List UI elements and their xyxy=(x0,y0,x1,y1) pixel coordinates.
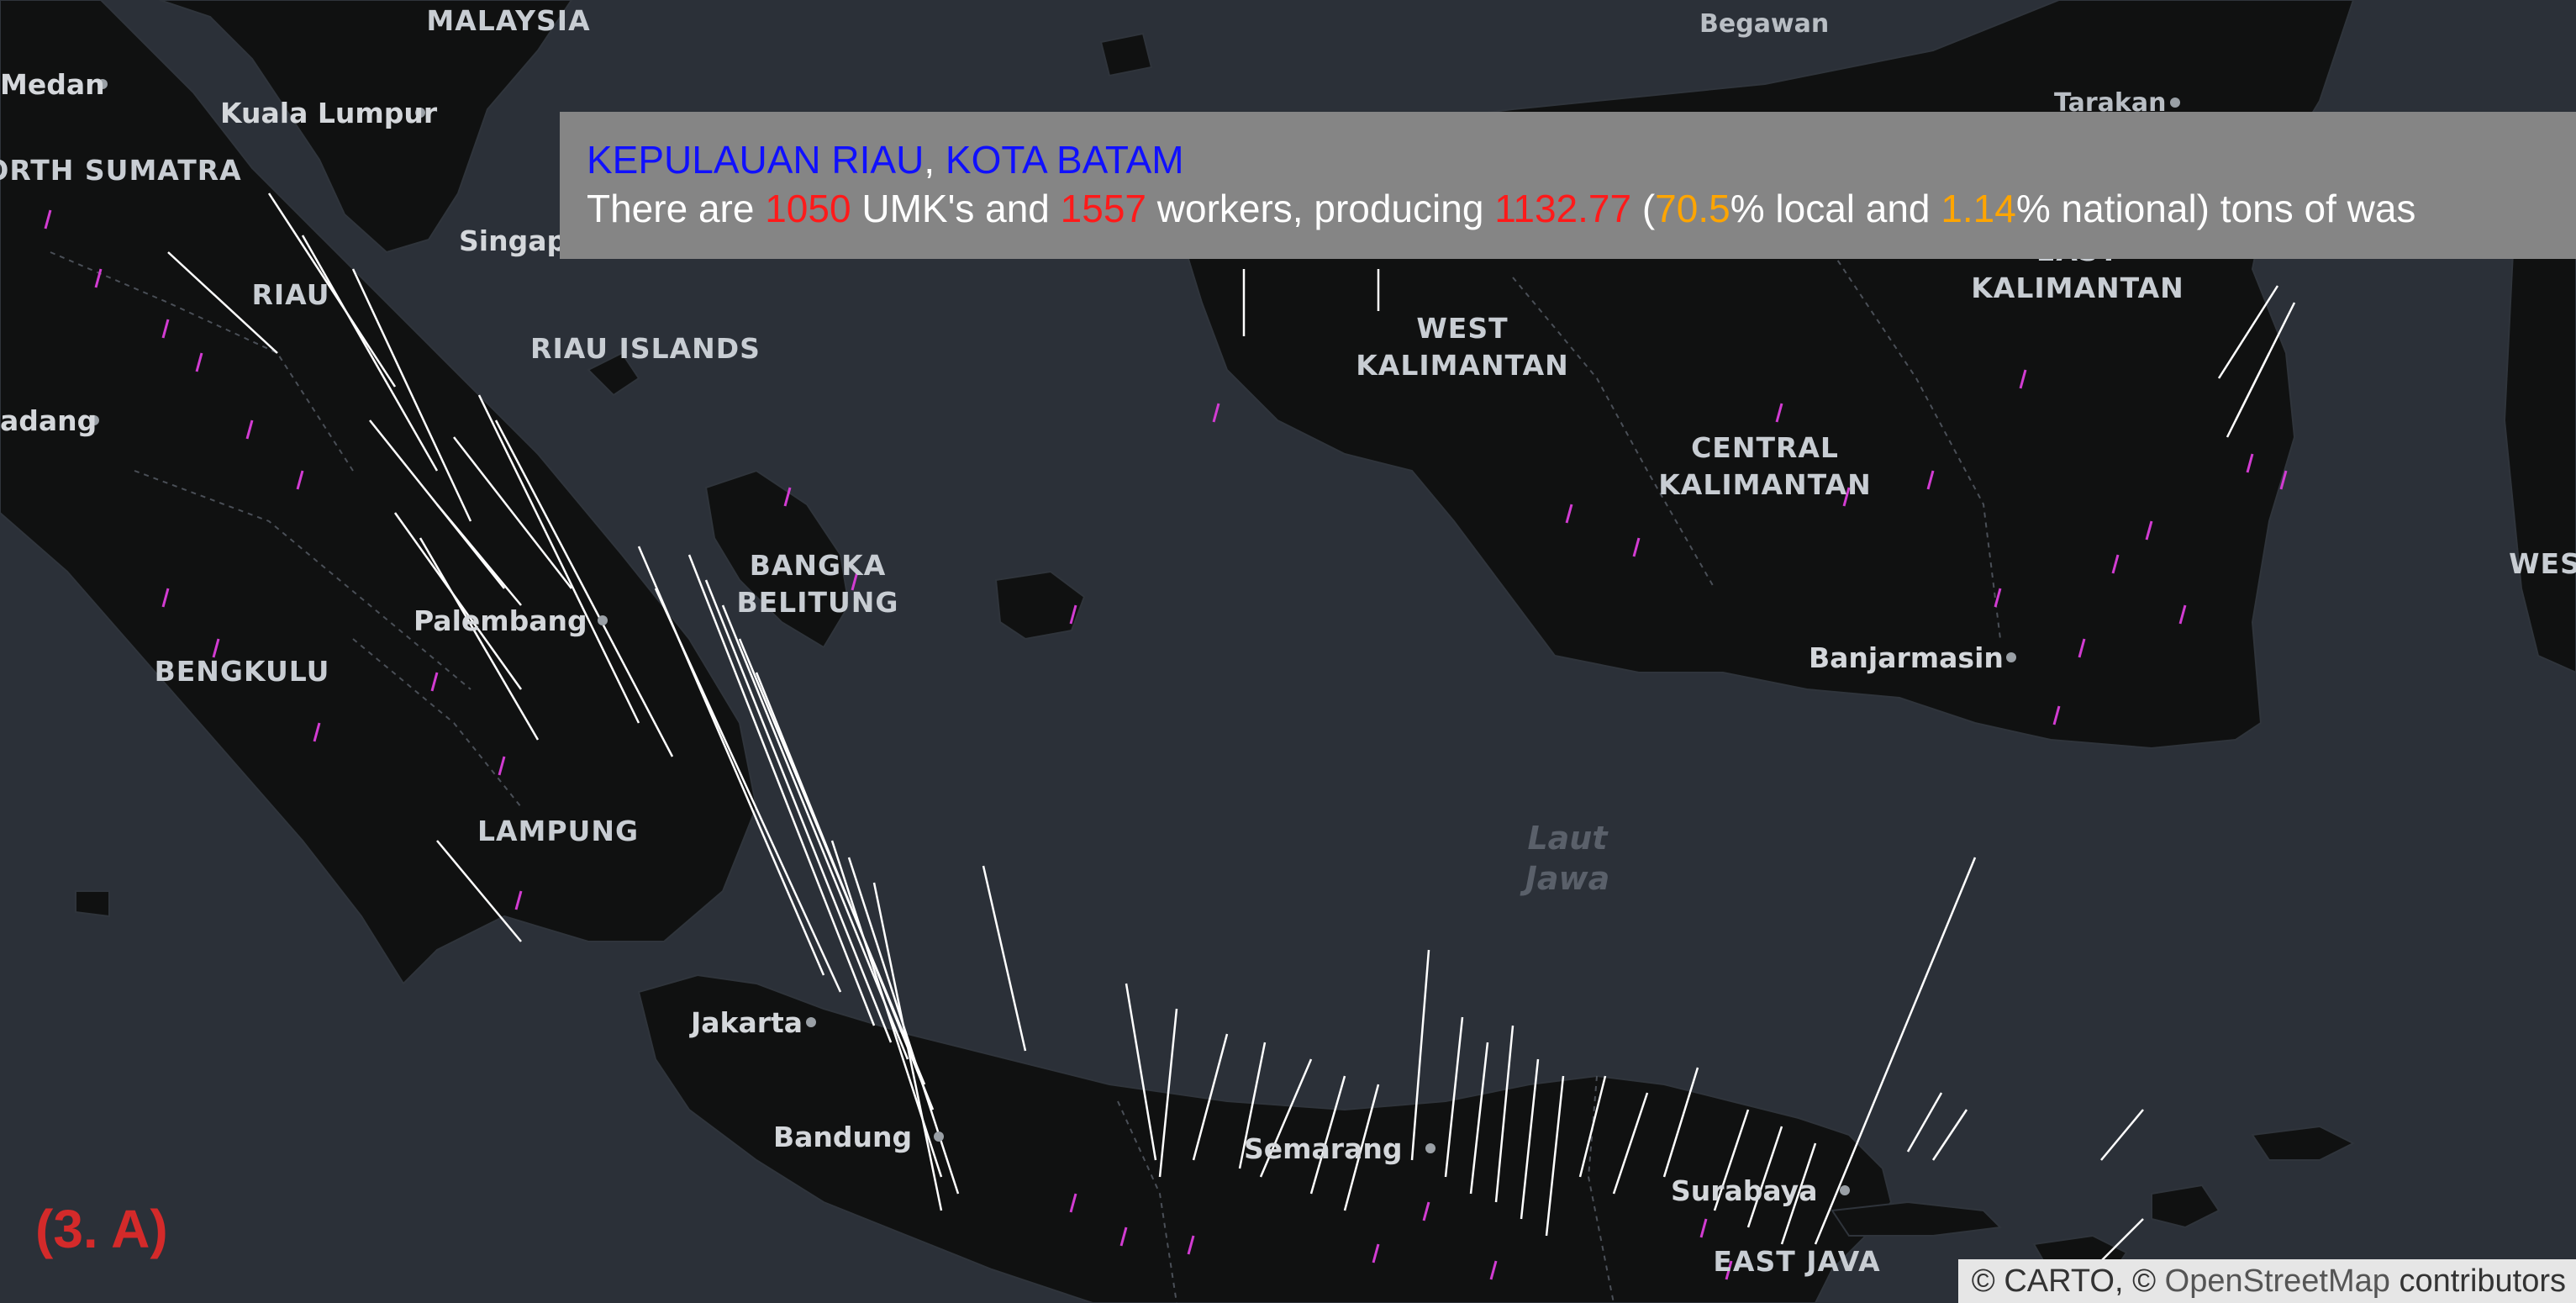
province-label-riau-islands: RIAU ISLANDS xyxy=(530,332,761,365)
province-label-west-kalimantan-1: WEST xyxy=(1416,312,1508,345)
tooltip-text-3: workers, producing xyxy=(1146,187,1495,230)
dot-banjarmasin xyxy=(2006,652,2016,662)
dot-semarang xyxy=(1425,1143,1436,1153)
dot-palembang xyxy=(598,615,608,625)
tooltip-separator: , xyxy=(924,138,946,182)
tooltip-umk-count: 1050 xyxy=(765,187,851,230)
city-label-kuala-lumpur: Kuala Lumpur xyxy=(220,97,438,129)
province-label-riau: RIAU xyxy=(251,278,329,311)
province-label-north-sumatra: ORTH SUMATRA xyxy=(0,154,242,187)
attribution-suffix: contributors xyxy=(2389,1263,2566,1299)
province-label-central-kalimantan-2: KALIMANTAN xyxy=(1658,468,1872,501)
tooltip-city: KOTA BATAM xyxy=(945,138,1184,182)
tooltip-text-4: ( xyxy=(1631,187,1656,230)
city-label-medan: Medan xyxy=(0,68,105,101)
map-attribution: © CARTO, © OpenStreetMap contributors xyxy=(1957,1259,2576,1303)
tooltip-body: There are 1050 UMK's and 1557 workers, p… xyxy=(587,184,2567,233)
tooltip-text-1: There are xyxy=(587,187,766,230)
land-islet-2 xyxy=(75,890,110,918)
province-label-east-kalimantan-2: KALIMANTAN xyxy=(1971,272,2184,304)
province-label-west-kalimantan-2: KALIMANTAN xyxy=(1356,349,1569,382)
tooltip-province: KEPULAUAN RIAU xyxy=(587,138,925,182)
province-label-central-kalimantan-1: CENTRAL xyxy=(1691,431,1839,464)
tooltip-title: KEPULAUAN RIAU, KOTA BATAM xyxy=(587,135,2567,184)
city-label-semarang: Semarang xyxy=(1244,1132,1402,1165)
attribution-osm-link[interactable]: OpenStreetMap xyxy=(2165,1263,2390,1299)
province-label-east-java: EAST JAVA xyxy=(1713,1245,1880,1278)
tooltip-text-6: % national) tons of was xyxy=(2015,187,2416,230)
tooltip-national-pct: 1.14 xyxy=(1941,187,2016,230)
tooltip-tons: 1132.77 xyxy=(1494,187,1632,230)
city-label-jakarta: Jakarta xyxy=(689,1006,803,1039)
province-label-bangka-belitung-1: BANGKA xyxy=(750,549,887,582)
province-label-wes: WES xyxy=(2509,547,2576,580)
sea-label-line1: Laut xyxy=(1527,820,1609,857)
province-label-bangka-belitung-2: BELITUNG xyxy=(736,586,898,619)
dot-bandung xyxy=(934,1132,944,1142)
region-tooltip: KEPULAUAN RIAU, KOTA BATAM There are 105… xyxy=(560,112,2576,259)
province-label-bengkulu: BENGKULU xyxy=(155,655,330,688)
city-label-surabaya: Surabaya xyxy=(1671,1174,1817,1207)
sea-label-line2: Jawa xyxy=(1520,860,1610,897)
city-label-begawan: Begawan xyxy=(1699,9,1829,39)
tooltip-text-2: UMK's and xyxy=(851,187,1061,230)
dot-surabaya xyxy=(1840,1185,1850,1195)
city-label-palembang: Palembang xyxy=(414,604,587,637)
province-label-malaysia: MALAYSIA xyxy=(426,4,590,37)
tooltip-workers: 1557 xyxy=(1060,187,1146,230)
province-label-lampung: LAMPUNG xyxy=(477,815,639,847)
city-label-bandung: Bandung xyxy=(773,1121,912,1153)
land-islet-1 xyxy=(1099,32,1153,77)
city-label-banjarmasin: Banjarmasin xyxy=(1809,641,2004,674)
panel-label: (3. A) xyxy=(35,1199,168,1259)
tooltip-text-5: % local and xyxy=(1730,187,1941,230)
dot-jakarta xyxy=(806,1017,816,1027)
attribution-prefix: © CARTO, © xyxy=(1971,1263,2165,1299)
dot-tarakan xyxy=(2170,98,2180,108)
tooltip-local-pct: 70.5 xyxy=(1655,187,1731,230)
city-label-padang: adang xyxy=(0,404,97,437)
